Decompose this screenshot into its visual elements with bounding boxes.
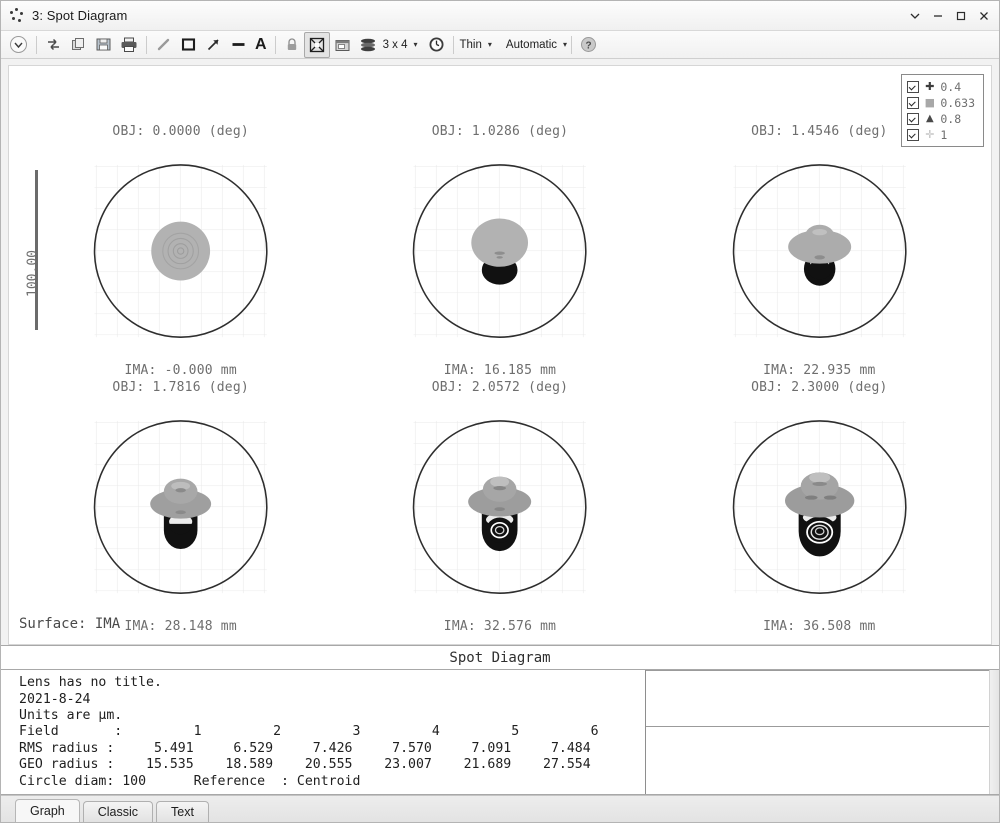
panel-ima-label: IMA: 16.185 mm bbox=[443, 363, 557, 379]
copy-icon[interactable] bbox=[66, 33, 91, 57]
toolbar-separator bbox=[274, 35, 276, 54]
report-divider bbox=[646, 726, 999, 728]
line-weight-caret-icon[interactable]: ▾ bbox=[488, 40, 492, 49]
help-icon[interactable]: ? bbox=[576, 33, 601, 57]
surface-label: Surface: IMA bbox=[19, 616, 121, 633]
print-icon[interactable] bbox=[116, 33, 142, 57]
panel-plot bbox=[21, 402, 340, 612]
report-panel: Lens has no title. 2021-8-24 Units are µ… bbox=[1, 670, 999, 795]
toolbar-separator bbox=[571, 35, 573, 54]
toolbar-separator bbox=[452, 35, 454, 54]
window-controls bbox=[903, 5, 995, 27]
panel-obj-label: OBJ: 2.0572 (deg) bbox=[431, 380, 569, 396]
panel-obj-label: OBJ: 1.0286 (deg) bbox=[431, 124, 569, 139]
clock-icon[interactable] bbox=[424, 33, 449, 57]
title-bar: 3: Spot Diagram bbox=[1, 1, 999, 31]
panel-obj-label: OBJ: 1.4546 (deg) bbox=[751, 124, 888, 139]
window-title: 3: Spot Diagram bbox=[32, 8, 128, 23]
toolbar-separator bbox=[36, 35, 37, 54]
spot-panel-field-3: OBJ: 1.4546 (deg) IMA: 22.935 mm bbox=[660, 124, 979, 380]
save-icon[interactable] bbox=[91, 33, 116, 57]
spot-panel-field-5: OBJ: 2.0572 (deg) IMA: 32.576 mm bbox=[340, 380, 659, 636]
detach-window-icon[interactable] bbox=[330, 33, 355, 57]
lock-icon[interactable] bbox=[280, 33, 304, 57]
spot-panel-field-2: OBJ: 1.0286 (deg) IMA: 16.185 mm bbox=[340, 124, 659, 380]
refresh-icon[interactable] bbox=[41, 33, 66, 57]
tab-label: Graph bbox=[30, 804, 65, 818]
line-weight-label[interactable]: Thin bbox=[458, 39, 484, 51]
report-right-cell bbox=[646, 670, 999, 794]
spot-diagram-window: 3: Spot Diagram A 3 x 4 ▾ Thin ▾ Automat… bbox=[0, 0, 1000, 823]
spot-panel-field-4: OBJ: 1.7816 (deg) IMA: 28.148 mm bbox=[21, 380, 340, 636]
report-heading: Spot Diagram bbox=[1, 645, 999, 671]
svg-text:?: ? bbox=[586, 40, 592, 51]
panel-plot: 100.00 bbox=[21, 146, 340, 356]
tab-label: Text bbox=[171, 805, 194, 819]
close-icon[interactable] bbox=[972, 5, 995, 27]
panel-plot bbox=[660, 402, 979, 612]
panel-ima-label: IMA: 32.576 mm bbox=[443, 619, 557, 635]
fit-window-icon[interactable] bbox=[303, 31, 330, 58]
tab-graph[interactable]: Graph bbox=[15, 799, 80, 822]
minimize-icon[interactable] bbox=[926, 5, 949, 27]
report-text: Lens has no title. 2021-8-24 Units are µ… bbox=[1, 670, 646, 794]
color-mode-caret-icon[interactable]: ▾ bbox=[563, 40, 567, 49]
line-tool-icon[interactable] bbox=[151, 33, 176, 57]
tab-label: Classic bbox=[97, 805, 139, 819]
panel-plot bbox=[340, 402, 659, 612]
view-tab-bar: Graph Classic Text bbox=[1, 795, 999, 822]
panel-obj-label: OBJ: 2.3000 (deg) bbox=[751, 380, 888, 396]
panel-plot bbox=[340, 146, 659, 356]
panel-obj-label: OBJ: 0.0000 (deg) bbox=[112, 124, 249, 139]
rectangle-tool-icon[interactable] bbox=[176, 33, 201, 57]
scale-bar-label: 100.00 bbox=[25, 250, 41, 297]
spot-diagram-plot-area: ✚ 0.4 ■ 0.633 ▲ 0.8 ✛ 1 OBJ: 0.0000 (deg… bbox=[8, 65, 992, 646]
tab-classic[interactable]: Classic bbox=[82, 801, 154, 822]
grid-layout-label[interactable]: 3 x 4 bbox=[381, 39, 410, 51]
window-menu-dropdown-icon[interactable] bbox=[903, 5, 926, 27]
arrow-tool-icon[interactable] bbox=[201, 33, 226, 57]
panel-obj-label: OBJ: 1.7816 (deg) bbox=[112, 380, 249, 396]
maximize-icon[interactable] bbox=[949, 5, 972, 27]
panel-ima-label: IMA: 36.508 mm bbox=[763, 619, 876, 635]
toolbar-separator bbox=[146, 35, 147, 54]
scale-bar: 100.00 bbox=[26, 170, 41, 331]
panel-plot bbox=[660, 146, 979, 356]
settings-dropdown-icon[interactable] bbox=[5, 33, 32, 57]
color-mode-label[interactable]: Automatic bbox=[504, 39, 559, 51]
toolbar: A 3 x 4 ▾ Thin ▾ Automatic ▾ ? bbox=[1, 31, 999, 59]
layers-icon[interactable] bbox=[355, 33, 381, 57]
solid-line-tool-icon[interactable] bbox=[226, 33, 251, 57]
spot-panel-grid: OBJ: 0.0000 (deg) 100.00 IMA: -0.000 mm … bbox=[9, 66, 991, 644]
panel-ima-label: IMA: 22.935 mm bbox=[763, 363, 876, 379]
spot-diagram-icon bbox=[9, 7, 25, 24]
report-divider bbox=[646, 670, 999, 672]
tab-text[interactable]: Text bbox=[156, 801, 209, 822]
panel-ima-label: IMA: -0.000 mm bbox=[124, 363, 237, 379]
vertical-scrollbar[interactable] bbox=[989, 670, 999, 794]
spot-panel-field-6: OBJ: 2.3000 (deg) IMA: 36.508 mm bbox=[660, 380, 979, 636]
spot-panel-field-1: OBJ: 0.0000 (deg) 100.00 IMA: -0.000 mm bbox=[21, 124, 340, 380]
grid-layout-caret-icon[interactable]: ▾ bbox=[414, 40, 418, 49]
text-tool-icon: A bbox=[255, 35, 267, 53]
